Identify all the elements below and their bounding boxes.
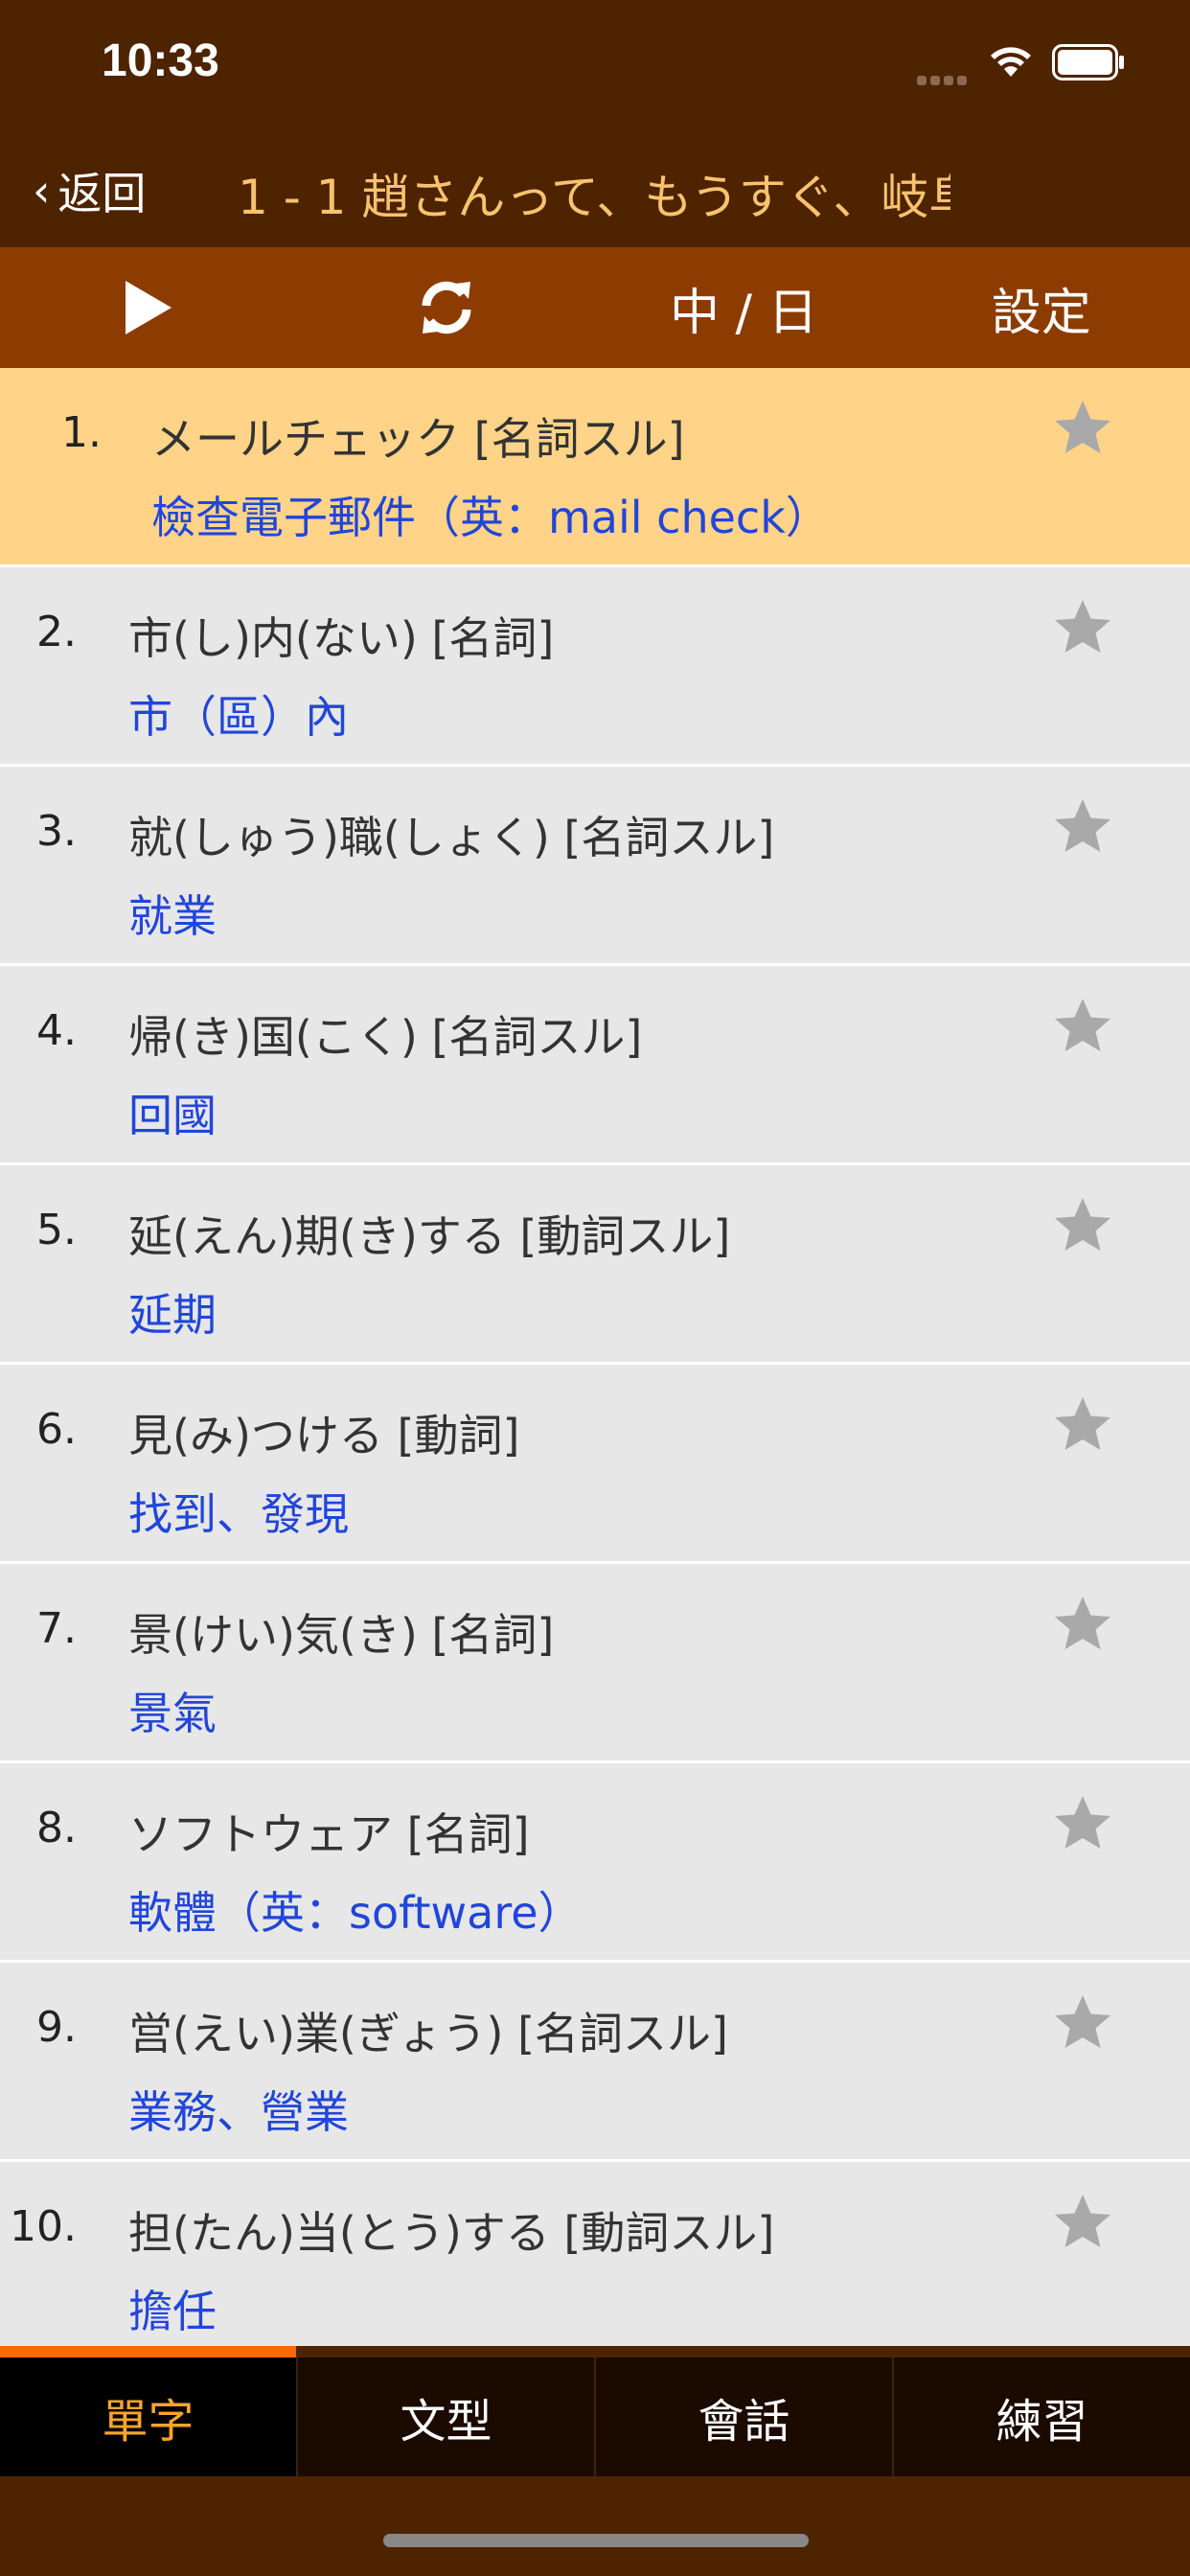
- battery-icon: [1052, 44, 1124, 80]
- back-label: 返回: [57, 168, 147, 219]
- back-button[interactable]: ‹ 返回: [33, 155, 146, 226]
- vocab-word: 帰(き)国(こく) [名詞スル]: [128, 1011, 643, 1063]
- home-indicator: [383, 2534, 809, 2547]
- vocab-word: 担(たん)当(とう)する [動詞スル]: [128, 2207, 775, 2259]
- refresh-icon: [422, 281, 471, 334]
- vocab-row[interactable]: 3. 就(しゅう)職(しょく) [名詞スル] 就業: [0, 767, 1190, 966]
- vocab-word: メールチェック [名詞スル]: [151, 413, 685, 465]
- cellular-signal-icon: [917, 71, 971, 85]
- vocab-meaning: 景氣: [128, 1688, 217, 1739]
- vocab-meaning: 業務、營業: [128, 2086, 349, 2138]
- vocab-number: 5.: [36, 1206, 77, 1254]
- favorite-star-icon[interactable]: [1052, 596, 1113, 657]
- favorite-star-icon[interactable]: [1052, 397, 1113, 458]
- tab-label: 文型: [400, 2395, 492, 2449]
- tab-sentence-patterns[interactable]: 文型: [296, 2358, 594, 2476]
- play-button[interactable]: [0, 247, 298, 368]
- vocab-word: 延(えん)期(き)する [動詞スル]: [128, 1210, 731, 1262]
- vocab-row[interactable]: 7. 景(けい)気(き) [名詞] 景氣: [0, 1564, 1190, 1763]
- favorite-star-icon[interactable]: [1052, 1393, 1113, 1455]
- vocab-number: 3.: [36, 807, 77, 856]
- tab-conversation[interactable]: 會話: [594, 2358, 892, 2476]
- tab-label: 會話: [698, 2395, 790, 2449]
- vocab-row[interactable]: 8. ソフトウェア [名詞] 軟體（英：software）: [0, 1763, 1190, 1963]
- status-time: 10:33: [102, 35, 219, 86]
- vocab-word: 営(えい)業(ぎょう) [名詞スル]: [128, 2008, 728, 2059]
- vocab-number: 4.: [36, 1006, 77, 1055]
- vocab-number: 6.: [36, 1405, 77, 1454]
- vocab-number: 2.: [36, 608, 77, 656]
- tab-vocabulary[interactable]: 單字: [0, 2346, 296, 2476]
- vocab-meaning: 擔任: [128, 2286, 217, 2337]
- vocab-meaning: 延期: [128, 1289, 217, 1341]
- vocab-meaning: 檢查電子郵件（英：mail check）: [151, 492, 830, 543]
- tab-label: 練習: [995, 2395, 1088, 2449]
- vocab-row[interactable]: 6. 見(み)つける [動詞] 找到、發現: [0, 1365, 1190, 1564]
- vocab-meaning: 回國: [128, 1090, 217, 1141]
- play-icon: [126, 281, 172, 334]
- vocab-meaning: 找到、發現: [128, 1488, 349, 1540]
- favorite-star-icon[interactable]: [1052, 1194, 1113, 1255]
- chevron-left-icon: ‹: [33, 165, 51, 217]
- vocab-word: 市(し)内(ない) [名詞]: [128, 612, 555, 664]
- vocab-word: ソフトウェア [名詞]: [128, 1808, 530, 1860]
- vocab-word: 見(み)つける [動詞]: [128, 1410, 520, 1461]
- vocab-row[interactable]: 9. 営(えい)業(ぎょう) [名詞スル] 業務、營業: [0, 1963, 1190, 2162]
- vocab-number: 7.: [36, 1604, 77, 1653]
- tab-bar: 單字 文型 會話 練習: [0, 2346, 1190, 2476]
- settings-button[interactable]: 設定: [893, 247, 1190, 368]
- vocab-number: 10.: [10, 2202, 77, 2251]
- vocab-row[interactable]: 5. 延(えん)期(き)する [動詞スル] 延期: [0, 1165, 1190, 1365]
- vocab-row[interactable]: 1. メールチェック [名詞スル] 檢查電子郵件（英：mail check）: [0, 368, 1190, 567]
- vocab-number: 8.: [36, 1804, 77, 1852]
- language-toggle-button[interactable]: 中 / 日: [595, 247, 893, 368]
- vocabulary-list: 1. メールチェック [名詞スル] 檢查電子郵件（英：mail check） 2. 市(…: [0, 368, 1190, 2346]
- vocab-number: 1.: [61, 408, 102, 457]
- toolbar: 中 / 日 設定: [0, 247, 1190, 368]
- vocab-number: 9.: [36, 2003, 77, 2052]
- repeat-button[interactable]: [298, 247, 596, 368]
- favorite-star-icon[interactable]: [1052, 1593, 1113, 1654]
- favorite-star-icon[interactable]: [1052, 2191, 1113, 2252]
- vocab-row[interactable]: 10. 担(たん)当(とう)する [動詞スル] 擔任: [0, 2162, 1190, 2346]
- favorite-star-icon[interactable]: [1052, 1991, 1113, 2053]
- tab-practice[interactable]: 練習: [892, 2358, 1190, 2476]
- vocab-row[interactable]: 2. 市(し)内(ない) [名詞] 市（區）內: [0, 567, 1190, 767]
- vocab-meaning: 市（區）內: [128, 691, 349, 743]
- lesson-title: 1 - 1 趙さんって、もうすぐ、岐阜: [238, 170, 950, 225]
- favorite-star-icon[interactable]: [1052, 795, 1113, 857]
- favorite-star-icon[interactable]: [1052, 995, 1113, 1056]
- wifi-icon: [991, 47, 1031, 77]
- tab-label: 單字: [102, 2395, 195, 2449]
- status-bar: 10:33: [0, 0, 1190, 134]
- favorite-star-icon[interactable]: [1052, 1792, 1113, 1853]
- active-tab-indicator: [0, 2346, 296, 2358]
- vocab-meaning: 軟體（英：software）: [128, 1887, 583, 1939]
- vocab-meaning: 就業: [128, 890, 217, 942]
- vocab-word: 就(しゅう)職(しょく) [名詞スル]: [128, 812, 775, 863]
- vocab-row[interactable]: 4. 帰(き)国(こく) [名詞スル] 回國: [0, 966, 1190, 1165]
- vocab-word: 景(けい)気(き) [名詞]: [128, 1609, 555, 1661]
- navigation-bar: ‹ 返回 1 - 1 趙さんって、もうすぐ、岐阜: [0, 134, 1190, 247]
